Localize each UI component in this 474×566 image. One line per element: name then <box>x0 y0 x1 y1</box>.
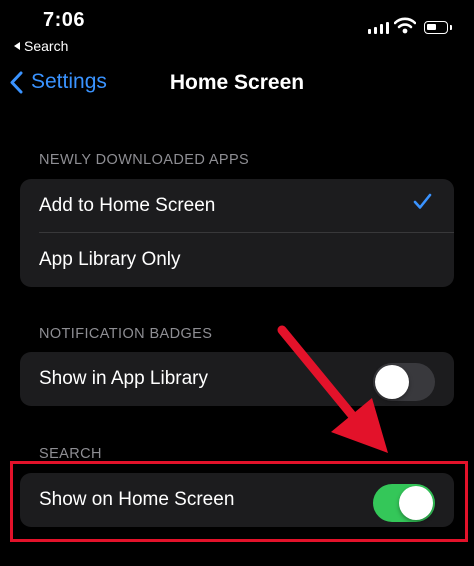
option-label: Add to Home Screen <box>39 195 216 216</box>
status-time: 7:06 <box>43 9 86 31</box>
checkmark-icon <box>413 193 432 209</box>
option-add-to-home-screen[interactable]: Add to Home Screen <box>20 179 454 233</box>
section-header-search: SEARCH <box>39 446 102 462</box>
option-app-library-only[interactable]: App Library Only <box>20 233 454 287</box>
section-header-notification-badges: NOTIFICATION BADGES <box>39 326 213 342</box>
show-in-app-library-toggle[interactable] <box>373 363 435 401</box>
row-label: Show in App Library <box>39 368 208 389</box>
option-label: App Library Only <box>39 249 181 270</box>
page-title: Home Screen <box>169 71 305 94</box>
row-show-in-app-library: Show in App Library <box>20 352 454 406</box>
wifi-icon <box>393 17 417 39</box>
battery-icon <box>424 21 452 34</box>
highlight-box <box>10 461 468 542</box>
signal-icon <box>368 22 389 34</box>
back-to-app-link[interactable]: Search <box>14 38 68 54</box>
notification-badges-group: Show in App Library <box>20 352 454 406</box>
back-to-app-label: Search <box>24 38 69 54</box>
section-header-newly-downloaded: NEWLY DOWNLOADED APPS <box>39 152 250 168</box>
newly-downloaded-group: Add to Home Screen App Library Only <box>20 179 454 287</box>
back-triangle-icon <box>14 42 20 50</box>
